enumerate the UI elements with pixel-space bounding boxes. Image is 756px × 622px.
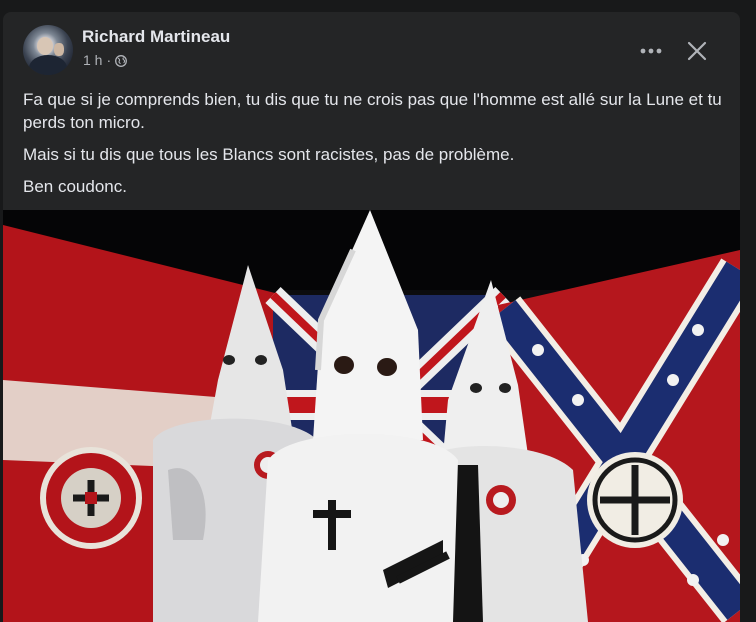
close-icon	[687, 41, 707, 61]
avatar-suit	[29, 55, 67, 75]
globe-icon[interactable]	[115, 54, 128, 67]
avatar-hand	[54, 43, 64, 56]
post-card: Richard Martineau 1 h · Fa que si je com…	[3, 12, 740, 622]
more-options-button[interactable]	[635, 35, 667, 67]
post-text: Fa que si je comprends bien, tu dis que …	[23, 88, 723, 207]
avatar[interactable]	[23, 25, 73, 75]
post-paragraph-3: Ben coudonc.	[23, 177, 127, 196]
meta-separator: ·	[106, 52, 112, 68]
avatar-face	[37, 37, 53, 55]
post-paragraph-2: Mais si tu dis que tous les Blancs sont …	[23, 145, 515, 164]
post-paragraph-1: Fa que si je comprends bien, tu dis que …	[23, 90, 722, 132]
author-name[interactable]: Richard Martineau	[82, 27, 230, 47]
post-header: Richard Martineau 1 h ·	[3, 12, 740, 82]
post-meta: 1 h ·	[83, 52, 128, 68]
post-photo[interactable]	[3, 210, 740, 622]
close-button[interactable]	[681, 35, 713, 67]
post-time[interactable]: 1 h	[83, 52, 102, 68]
more-options-icon	[640, 48, 662, 54]
